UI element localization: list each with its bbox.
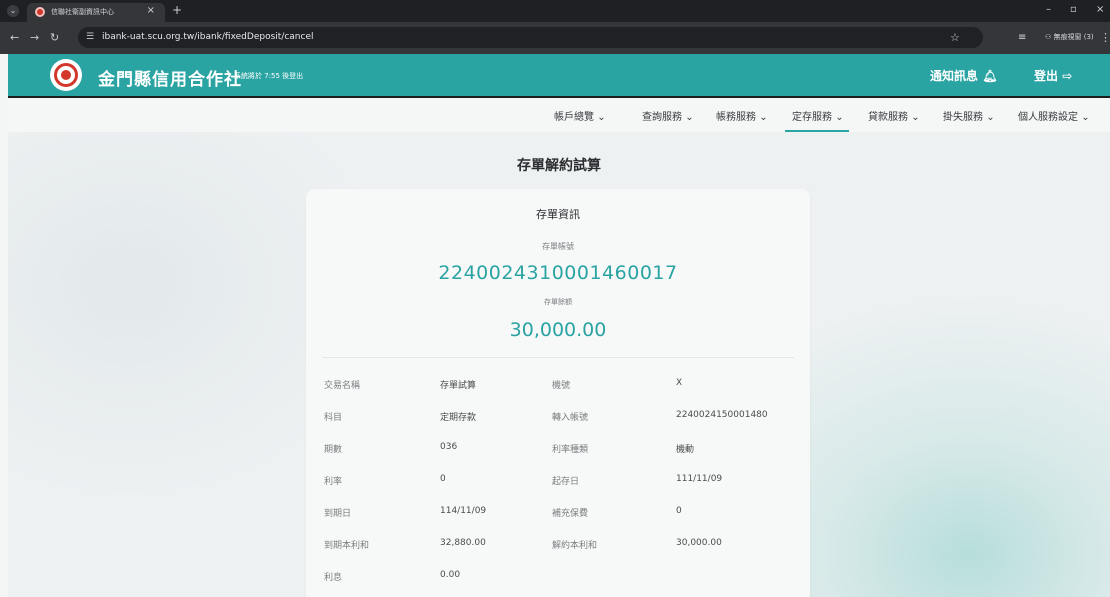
brand-logo-icon[interactable]	[50, 59, 82, 91]
site-info-icon[interactable]: ☰	[86, 32, 94, 42]
detail-value: 存單試算	[440, 381, 477, 391]
detail-value: 111/11/09	[676, 474, 723, 484]
tab-search-list-icon[interactable]: ≡	[1018, 32, 1026, 43]
tab-favicon-icon	[35, 7, 45, 17]
chevron-down-icon: ⌄	[1081, 112, 1090, 123]
detail-value: 32,880.00	[440, 538, 486, 548]
balance-label: 存單餘額	[544, 298, 572, 306]
account-number: 2240024310001460017	[438, 262, 678, 284]
detail-label: 利率	[324, 477, 343, 487]
balance-amount: 30,000.00	[509, 319, 607, 341]
chevron-down-icon: ⌄	[835, 112, 844, 123]
browser-tab[interactable]: 信聯社衛副資訊中心 ×	[27, 3, 165, 22]
active-nav-indicator	[785, 130, 849, 132]
detail-label: 到期日	[324, 509, 352, 519]
detail-label: 科目	[324, 413, 343, 423]
session-timer: 系統將於 7:55 後登出	[234, 72, 304, 80]
logout-icon: ⇨	[1062, 69, 1073, 83]
detail-row: 利息 0.00	[306, 561, 810, 593]
logout-label: 登出	[1034, 69, 1059, 83]
chevron-down-icon: ⌄	[911, 112, 920, 123]
page-viewport: 金門縣信用合作社 系統將於 7:55 後登出 通知訊息 🔔︎ 登出 ⇨ 帳戶總覽…	[8, 54, 1110, 597]
chevron-down-icon: ⌄	[986, 112, 995, 123]
detail-value: 機動	[676, 445, 695, 455]
chevron-down-icon: ⌄	[759, 112, 768, 123]
restore-icon[interactable]: ▫	[1070, 4, 1077, 15]
logo-core	[61, 70, 71, 80]
detail-label: 解約本利和	[552, 541, 598, 551]
back-icon[interactable]: ←	[10, 31, 19, 44]
browser-toolbar: ← → ↻ ☰ ibank-uat.scu.org.tw/ibank/fixed…	[0, 22, 1110, 54]
detail-value: 0.00	[440, 570, 461, 580]
minimize-icon[interactable]: –	[1046, 4, 1051, 15]
chevron-down-icon: ⌄	[597, 112, 606, 123]
card-divider	[322, 357, 794, 358]
nav-inquiry[interactable]: 查詢服務 ⌄	[642, 108, 694, 123]
detail-value: 定期存款	[440, 413, 477, 423]
close-window-icon[interactable]: ×	[1096, 4, 1104, 15]
account-number-label: 存單帳號	[542, 242, 574, 251]
detail-row: 期數 036 利率種類 機動	[306, 433, 810, 465]
detail-label: 利率種類	[552, 445, 589, 455]
detail-value: 30,000.00	[676, 538, 722, 548]
nav-loan[interactable]: 貸款服務 ⌄	[868, 108, 920, 123]
detail-label: 起存日	[552, 477, 580, 487]
detail-value: X	[676, 378, 683, 388]
url-text[interactable]: ibank-uat.scu.org.tw/ibank/fixedDeposit/…	[102, 32, 313, 42]
detail-label: 補充保費	[552, 509, 589, 519]
detail-value: 0	[676, 506, 682, 516]
brand-name[interactable]: 金門縣信用合作社	[98, 65, 242, 90]
page-title: 存單解約試算	[517, 158, 601, 174]
detail-label: 期數	[324, 445, 343, 455]
detail-row: 到期本利和 32,880.00 解約本利和 30,000.00	[306, 529, 810, 561]
chevron-down-icon: ⌄	[685, 112, 694, 123]
detail-value: 114/11/09	[440, 506, 487, 516]
incognito-icon: ⚇	[1045, 33, 1054, 41]
browser-menu-icon[interactable]: ⋮	[1100, 31, 1110, 44]
incognito-label: 無痕視窗 (3)	[1053, 33, 1094, 41]
detail-row: 交易名稱 存單試算 機號 X	[306, 369, 810, 401]
nav-account-overview[interactable]: 帳戶總覽 ⌄	[554, 108, 606, 123]
nav-report-loss[interactable]: 掛失服務 ⌄	[943, 108, 995, 123]
reload-icon[interactable]: ↻	[50, 31, 59, 44]
detail-row: 科目 定期存款 轉入帳號 2240024150001480	[306, 401, 810, 433]
bookmark-star-icon[interactable]: ☆	[950, 31, 960, 44]
detail-value: 2240024150001480	[676, 410, 768, 420]
detail-value: 0	[440, 474, 446, 484]
main-nav: 帳戶總覽 ⌄ 查詢服務 ⌄ 帳務服務 ⌄ 定存服務 ⌄ 貸款服務 ⌄ 掛失服務 …	[8, 98, 1110, 132]
tab-title: 信聯社衛副資訊中心	[51, 8, 114, 16]
detail-label: 到期本利和	[324, 541, 370, 551]
detail-row: 到期日 114/11/09 補充保費 0	[306, 497, 810, 529]
detail-label: 交易名稱	[324, 381, 361, 391]
tab-close-icon[interactable]: ×	[147, 5, 155, 16]
address-bar[interactable]: ☰ ibank-uat.scu.org.tw/ibank/fixedDeposi…	[78, 27, 983, 48]
detail-label: 利息	[324, 573, 343, 583]
site-header: 金門縣信用合作社 系統將於 7:55 後登出 通知訊息 🔔︎ 登出 ⇨	[8, 54, 1110, 96]
detail-row: 利率 0 起存日 111/11/09	[306, 465, 810, 497]
nav-accounting[interactable]: 帳務服務 ⌄	[716, 108, 768, 123]
deposit-info-card: 存單資訊 存單帳號 2240024310001460017 存單餘額 30,00…	[306, 189, 810, 597]
detail-list: 交易名稱 存單試算 機號 X 科目 定期存款 轉入帳號 224002415000…	[306, 369, 810, 593]
forward-icon[interactable]: →	[30, 31, 39, 44]
notifications-link[interactable]: 通知訊息 🔔︎	[930, 67, 997, 84]
new-tab-icon[interactable]: +	[172, 3, 182, 17]
incognito-profile[interactable]: ⚇ 無痕視窗 (3)	[1045, 32, 1094, 42]
nav-personal-settings[interactable]: 個人服務設定 ⌄	[1018, 108, 1090, 123]
bell-icon: 🔔︎	[982, 69, 998, 83]
detail-value: 036	[440, 442, 458, 452]
nav-time-deposit[interactable]: 定存服務 ⌄	[792, 108, 844, 123]
notifications-label: 通知訊息	[930, 69, 979, 83]
logout-link[interactable]: 登出 ⇨	[1034, 67, 1072, 84]
browser-tab-bar: ⌄ 信聯社衛副資訊中心 × + – ▫ ×	[0, 0, 1110, 22]
card-title: 存單資訊	[536, 208, 580, 221]
detail-label: 轉入帳號	[552, 413, 589, 423]
detail-label: 機號	[552, 381, 571, 391]
tab-search-icon[interactable]: ⌄	[7, 5, 19, 17]
